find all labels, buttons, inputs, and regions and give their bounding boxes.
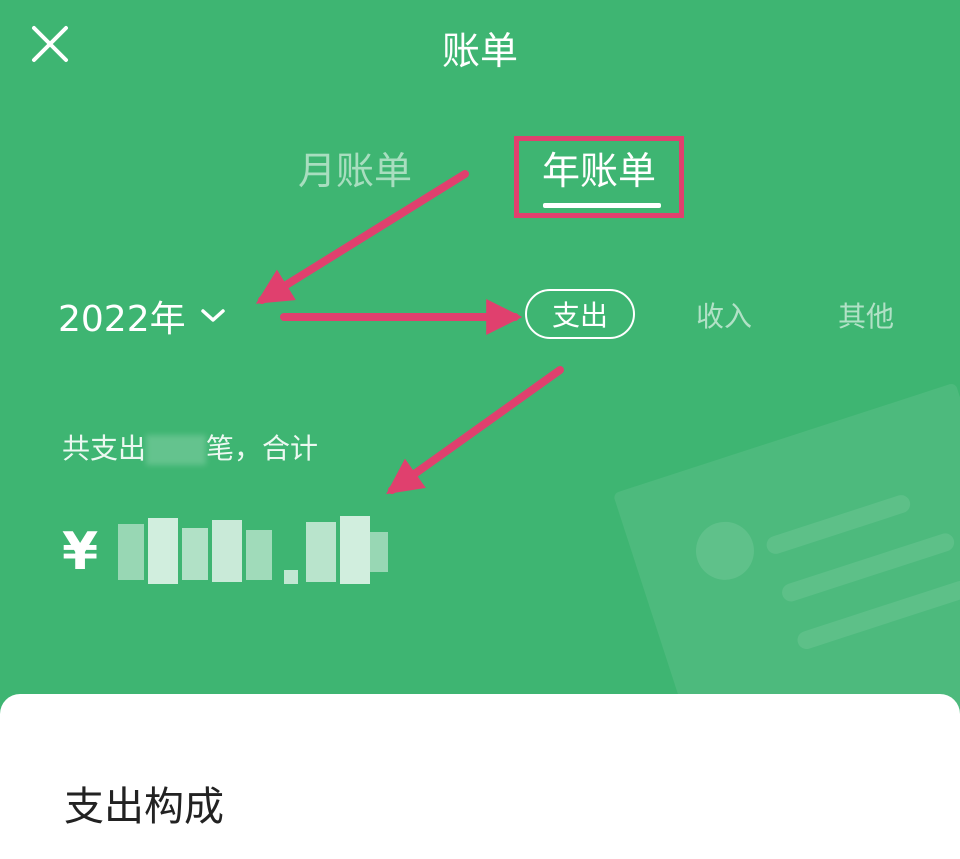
page-title: 账单 xyxy=(441,29,518,73)
year-value: 2022年 xyxy=(58,299,186,340)
annotation-highlight-box xyxy=(514,136,684,218)
arrow-to-total xyxy=(386,366,564,495)
filter-expense[interactable]: 支出 xyxy=(525,289,635,339)
year-selector[interactable]: 2022年 xyxy=(58,290,226,342)
filter-income[interactable]: 收入 xyxy=(696,295,752,335)
total-amount: ¥ xyxy=(62,512,390,592)
pixelated-amount xyxy=(118,512,390,592)
bill-screen: 账单 月账单 年账单 2022年 支出 收入 其他 共支出 笔，合计 ¥ 支出构成 xyxy=(0,0,960,859)
bottom-sheet: 支出构成 xyxy=(0,694,960,859)
decorative-line xyxy=(764,492,913,557)
summary-suffix: 笔，合计 xyxy=(206,432,319,465)
tab-month-bill[interactable]: 月账单 xyxy=(298,140,412,195)
filter-other[interactable]: 其他 xyxy=(838,295,894,335)
chevron-down-icon xyxy=(200,309,225,322)
decorative-circle xyxy=(688,514,762,588)
sheet-title: 支出构成 xyxy=(64,784,224,830)
currency-symbol: ¥ xyxy=(62,522,99,582)
blurred-count xyxy=(146,435,207,465)
summary-prefix: 共支出 xyxy=(62,432,147,465)
expense-summary: 共支出 笔，合计 xyxy=(62,427,318,467)
